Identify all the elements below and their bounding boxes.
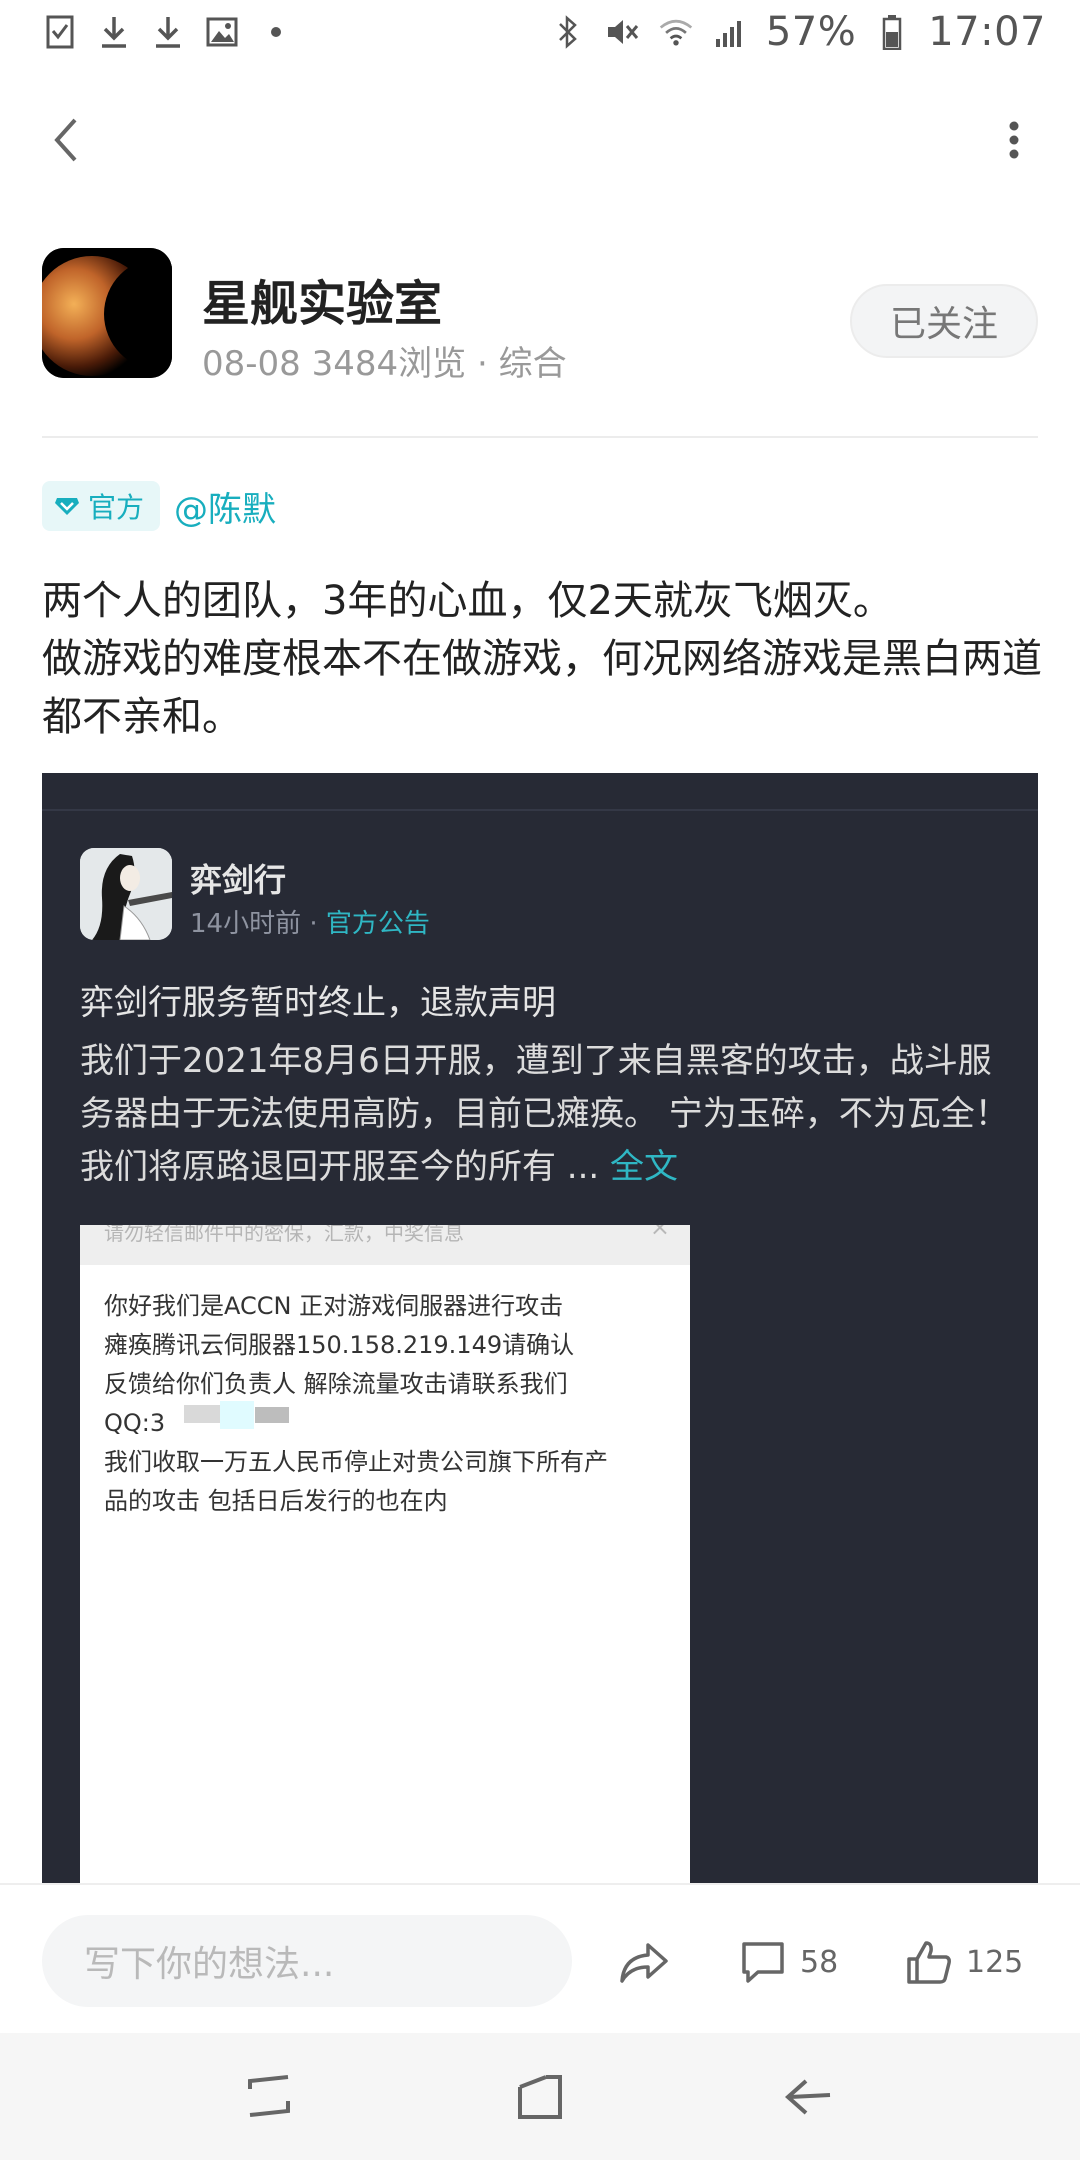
comment-icon: [742, 1942, 784, 1983]
embed-divider: [42, 809, 1038, 811]
chevron-left-icon: [54, 118, 77, 162]
official-badge: 官方: [42, 481, 161, 531]
share-button[interactable]: [618, 1927, 670, 1997]
screenshot-message: 你好我们是ACCN 正对游戏伺服器进行攻击 瘫痪腾讯云伺服器150.158.21…: [104, 1287, 674, 1521]
battery-icon: [874, 14, 910, 50]
redaction-block: [220, 1401, 254, 1429]
meta-separator: ·: [476, 344, 488, 384]
screenshot-warning-text: 请勿轻信邮件中的密保，汇款，中奖信息: [104, 1225, 464, 1245]
screenshot-warning-banner: 请勿轻信邮件中的密保，汇款，中奖信息 ×: [80, 1225, 690, 1265]
recent-apps-icon: [248, 2075, 290, 2117]
author-meta: 08-08 3484浏览 · 综合: [202, 336, 567, 385]
embed-body-text: 我们于2021年8月6日开服，遭到了来自黑客的攻击，战斗服务器由于无法使用高防，…: [80, 1041, 1009, 1187]
embed-body: 我们于2021年8月6日开服，遭到了来自黑客的攻击，战斗服务器由于无法使用高防，…: [80, 1035, 1010, 1194]
home-button[interactable]: [508, 2065, 572, 2129]
status-right-icons: 57% 17:07: [550, 9, 1046, 55]
author-avatar[interactable]: [42, 248, 172, 378]
mute-icon: [604, 14, 640, 50]
action-bar: 写下你的想法... 58 125: [0, 1883, 1080, 2031]
embed-title: 弈剑行服务暂时终止，退款声明: [80, 983, 556, 1023]
message-line: 反馈给你们负责人 解除流量攻击请联系我们: [104, 1370, 568, 1398]
share-icon: [620, 1943, 668, 1983]
home-icon: [518, 2075, 562, 2119]
embed-time: 14小时前: [190, 909, 302, 939]
back-nav-button[interactable]: [776, 2065, 840, 2129]
more-options-button[interactable]: [984, 110, 1044, 170]
message-line: 我们收取一万五人民币停止对贵公司旗下所有产: [104, 1448, 608, 1476]
back-arrow-icon: [784, 2079, 831, 2115]
download-icon: [96, 14, 132, 50]
status-left-icons: [42, 14, 294, 50]
diamond-icon: [55, 498, 79, 515]
back-button[interactable]: [36, 110, 96, 170]
view-count: 3484浏览: [311, 344, 467, 384]
author-header: 星舰实验室 08-08 3484浏览 · 综合 已关注: [42, 248, 1038, 384]
post-text-line: 做游戏的难度根本不在做游戏，何况网络游戏是黑白两道都不亲和。: [42, 636, 1042, 740]
embedded-image[interactable]: 弈剑行 14小时前 · 官方公告 弈剑行服务暂时终止，退款声明 我们于2021年…: [42, 773, 1038, 1883]
embed-separator: ·: [309, 909, 318, 939]
like-button[interactable]: 125: [906, 1927, 1023, 1997]
ransom-message-screenshot: 请勿轻信邮件中的密保，汇款，中奖信息 × 你好我们是ACCN 正对游戏伺服器进行…: [80, 1225, 690, 1883]
message-line: 品的攻击 包括日后发行的也在内: [104, 1487, 448, 1515]
like-count: 125: [966, 1944, 1024, 1980]
thumbs-up-icon: [907, 1941, 951, 1984]
mention-link[interactable]: @陈默: [174, 482, 276, 531]
comment-input[interactable]: 写下你的想法...: [42, 1915, 572, 2007]
recent-apps-button[interactable]: [238, 2065, 302, 2129]
follow-button[interactable]: 已关注: [850, 284, 1038, 358]
message-line: 你好我们是ACCN 正对游戏伺服器进行攻击: [104, 1292, 564, 1320]
clock: 17:07: [928, 9, 1046, 55]
image-icon: [204, 14, 240, 50]
embed-game-avatar: [80, 848, 172, 940]
redaction-block: [255, 1407, 289, 1423]
embed-full-text-link: 全文: [610, 1147, 679, 1187]
battery-percent: 57%: [765, 9, 857, 55]
redaction-block: [184, 1405, 220, 1423]
comment-count: 58: [800, 1944, 839, 1980]
post-category[interactable]: 综合: [499, 344, 567, 384]
more-vertical-icon: [1009, 121, 1019, 159]
embed-category: 官方公告: [325, 909, 430, 939]
signal-icon: [712, 14, 748, 50]
divider: [42, 436, 1038, 438]
official-label: 官方: [88, 491, 145, 524]
notes-icon: [42, 14, 78, 50]
message-line: 瘫痪腾讯云伺服器150.158.219.149请确认: [104, 1331, 575, 1359]
embed-meta: 14小时前 · 官方公告: [190, 903, 430, 940]
embed-game-name: 弈剑行: [190, 861, 287, 899]
system-nav-bar: [0, 2033, 1080, 2160]
post-date: 08-08: [202, 344, 301, 384]
status-bar: 57% 17:07: [0, 0, 1080, 64]
post-body: 两个人的团队，3年的心血，仅2天就灰飞烟灭。 做游戏的难度根本不在做游戏，何况网…: [42, 572, 1042, 746]
download-icon: [150, 14, 186, 50]
close-icon: ×: [649, 1225, 670, 1241]
app-bar: [0, 90, 1080, 190]
dot-icon: [258, 14, 294, 50]
tag-row: 官方 @陈默: [42, 480, 276, 532]
wifi-icon: [658, 14, 694, 50]
post-text-line: 两个人的团队，3年的心血，仅2天就灰飞烟灭。: [42, 578, 893, 624]
comment-button[interactable]: 58: [740, 1927, 838, 1997]
bluetooth-icon: [550, 14, 586, 50]
author-name[interactable]: 星舰实验室: [202, 264, 442, 334]
